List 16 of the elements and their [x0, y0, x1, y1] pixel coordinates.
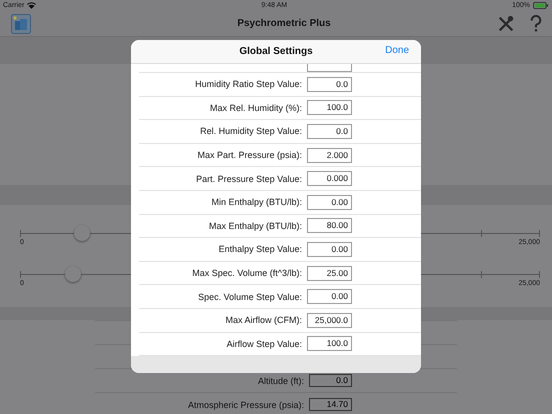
setting-label: Min Enthalpy (BTU/lb): [211, 197, 302, 208]
setting-label: Airflow Step Value: [226, 338, 302, 349]
setting-label: Rel. Humidity Step Value: [200, 126, 302, 136]
setting-label: Altitude (ft): [258, 376, 304, 386]
setting-label: Max Part. Pressure (psia): [197, 150, 302, 160]
setting-label: Max Spec. Volume (ft^3/lb): [192, 268, 302, 278]
setting-label: Max Airflow (CFM): [226, 315, 302, 326]
dialog-title: Global Settings [239, 46, 313, 57]
app-title: Psychrometric Plus [237, 18, 331, 29]
setting-label: Humidity Ratio Step Value: [195, 79, 302, 90]
setting-label: Max Enthalpy (BTU/lb): [208, 220, 302, 231]
setting-label: Part. Pressure Step Value: [196, 174, 302, 184]
setting-label: Atmospheric Pressure (psia): [188, 400, 304, 410]
setting-label: Max Rel. Humidity (%): [210, 102, 302, 113]
setting-label: Enthalpy Step Value: [218, 244, 302, 254]
setting-label: Spec. Volume Step Value: [198, 292, 302, 302]
